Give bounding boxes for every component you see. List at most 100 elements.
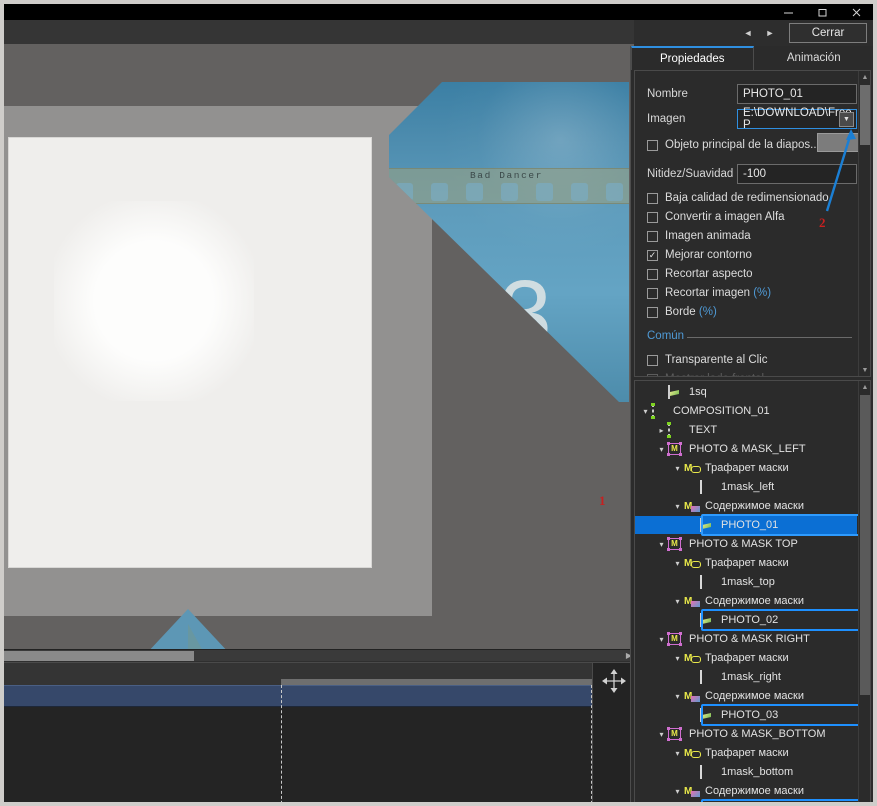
tree-node[interactable]: PHOTO_03 bbox=[635, 706, 857, 724]
photo-number-label: 03 bbox=[448, 261, 552, 367]
tree-node[interactable]: ▸ TEXT bbox=[635, 421, 857, 439]
solid-color-icon bbox=[700, 574, 716, 589]
tree-node[interactable]: 1mask_bottom bbox=[635, 763, 857, 781]
nombre-input[interactable]: PHOTO_01 bbox=[737, 84, 857, 104]
nitidez-input[interactable]: -100 bbox=[737, 164, 857, 184]
color-swatch[interactable] bbox=[817, 133, 864, 152]
checkbox-row-6[interactable]: Borde (%) bbox=[647, 303, 717, 321]
tree-node[interactable]: ▾ M PHOTO & MASK_LEFT bbox=[635, 440, 857, 458]
chevron-down-icon[interactable]: ▾ bbox=[671, 554, 684, 572]
mejorar-contorno-checkbox[interactable]: ✓ bbox=[647, 249, 658, 261]
chevron-down-icon[interactable]: ▾ bbox=[671, 497, 684, 515]
tree-node-label: PHOTO & MASK_LEFT bbox=[689, 442, 806, 455]
tree-node[interactable]: ▾ COMPOSITION_01 bbox=[635, 402, 857, 420]
tree-node[interactable]: ▾ M Трафарет маски bbox=[635, 554, 857, 572]
baja-calidad-label: Baja calidad de redimensionado bbox=[665, 192, 829, 204]
close-button[interactable] bbox=[839, 4, 873, 20]
tree-node[interactable]: ▾ M Трафарет маски bbox=[635, 649, 857, 667]
tree-node[interactable]: ▾ M Содержимое маски bbox=[635, 592, 857, 610]
tree-node-label: Содержимое маски bbox=[705, 784, 804, 797]
tree-node[interactable]: ▾ M PHOTO & MASK_BOTTOM bbox=[635, 725, 857, 743]
checkbox-row-5[interactable]: Recortar imagen (%) bbox=[647, 284, 771, 302]
checkbox-row-3[interactable]: ✓ Mejorar contorno bbox=[647, 246, 752, 264]
tree-node[interactable]: 1mask_left bbox=[635, 478, 857, 496]
chevron-down-icon[interactable]: ▼ bbox=[839, 112, 854, 127]
properties-scroll-thumb[interactable] bbox=[860, 85, 870, 145]
tree-node[interactable]: ▾ M Содержимое маски bbox=[635, 782, 857, 800]
imagen-input[interactable]: E:\DOWNLOAD\Free P ▼ bbox=[737, 107, 857, 131]
minimize-button[interactable] bbox=[771, 4, 805, 20]
chevron-down-icon[interactable]: ▾ bbox=[671, 592, 684, 610]
maximize-button[interactable] bbox=[805, 4, 839, 20]
tree-scroll-up-arrow[interactable]: ▲ bbox=[859, 381, 870, 393]
tree-node-label: 1mask_left bbox=[721, 480, 775, 493]
tree-node[interactable]: ▾ M PHOTO & MASK TOP bbox=[635, 535, 857, 553]
recortar-aspecto-checkbox[interactable] bbox=[647, 268, 658, 280]
next-item-button[interactable]: ► bbox=[759, 23, 781, 43]
recortar-imagen-checkbox[interactable] bbox=[647, 287, 658, 299]
mostrar-lado-frontal-row[interactable]: ✓ Mostrar lado frontal bbox=[647, 370, 764, 376]
tree-node[interactable]: ▾ M PHOTO & MASK RIGHT bbox=[635, 630, 857, 648]
objeto-principal-row[interactable]: Objeto principal de la diapos... bbox=[647, 136, 820, 154]
close-dialog-button[interactable]: Cerrar bbox=[789, 23, 867, 43]
photo-icon bbox=[700, 707, 716, 722]
content-icon: M bbox=[684, 500, 693, 512]
convertir-alfa-checkbox[interactable] bbox=[647, 211, 658, 223]
timeline-selected-track[interactable] bbox=[4, 685, 592, 707]
transparente-clic-label: Transparente al Clic bbox=[665, 354, 768, 366]
imagen-animada-checkbox[interactable] bbox=[647, 230, 658, 242]
transparente-clic-checkbox[interactable] bbox=[647, 354, 658, 366]
baja-calidad-checkbox[interactable] bbox=[647, 192, 658, 204]
properties-scrollbar[interactable]: ▲ ▼ bbox=[858, 71, 870, 376]
move-tool-icon[interactable] bbox=[600, 667, 628, 695]
mask-group-icon: M bbox=[667, 441, 684, 456]
tree-node[interactable]: 1mask_right bbox=[635, 668, 857, 686]
solid-color-icon bbox=[700, 479, 716, 494]
tree-node-label: Трафарет маски bbox=[705, 746, 789, 759]
tree-node[interactable]: 1sq bbox=[635, 383, 857, 401]
timeline-ruler[interactable] bbox=[4, 663, 592, 685]
twist-spacer bbox=[687, 763, 700, 781]
tree-scrollbar[interactable]: ▲ ▼ bbox=[858, 381, 870, 802]
borde-checkbox[interactable] bbox=[647, 306, 658, 318]
tree-node[interactable]: 1mask_top bbox=[635, 573, 857, 591]
mask-group-icon: M bbox=[667, 536, 684, 551]
tab-propiedades[interactable]: Propiedades bbox=[631, 46, 754, 70]
timeline-playhead-start[interactable] bbox=[281, 685, 282, 802]
timeline-tracks-body[interactable] bbox=[4, 707, 592, 802]
previous-item-button[interactable]: ◄ bbox=[737, 23, 759, 43]
tree-node[interactable]: PHOTO_04 bbox=[635, 801, 857, 802]
chevron-down-icon[interactable]: ▾ bbox=[671, 649, 684, 667]
checkbox-row-4[interactable]: Recortar aspecto bbox=[647, 265, 753, 283]
content-icon: M bbox=[684, 595, 693, 607]
canvas-hscroll-thumb[interactable] bbox=[4, 651, 194, 661]
filmstrip-perforations bbox=[389, 183, 629, 201]
mostrar-lado-frontal-checkbox[interactable]: ✓ bbox=[647, 373, 658, 376]
tree-node[interactable]: ▾ M Трафарет маски bbox=[635, 744, 857, 762]
canvas-viewport[interactable]: Bad Dancer 03 bbox=[4, 44, 634, 649]
chevron-down-icon[interactable]: ▾ bbox=[671, 782, 684, 800]
properties-scroll-up-arrow[interactable]: ▲ bbox=[859, 71, 870, 83]
properties-panel: Propiedades Animación Nombre PHOTO_01 Im… bbox=[630, 46, 874, 802]
tab-animacion[interactable]: Animación bbox=[754, 46, 874, 70]
tree-node[interactable]: ▾ M Трафарет маски bbox=[635, 459, 857, 477]
slide-white-area bbox=[9, 138, 371, 567]
properties-scroll-down-arrow[interactable]: ▼ bbox=[859, 364, 870, 376]
masked-photo-triangle-shade bbox=[188, 624, 213, 649]
checkbox-row-0[interactable]: Baja calidad de redimensionado bbox=[647, 189, 829, 207]
timeline-side-panel bbox=[592, 663, 634, 802]
canvas-horizontal-scrollbar[interactable]: ▶ bbox=[4, 649, 634, 661]
tree-node[interactable]: ▾ M Содержимое маски bbox=[635, 497, 857, 515]
tree-node[interactable]: PHOTO_02 bbox=[635, 611, 857, 629]
tree-node[interactable]: PHOTO_01 bbox=[635, 516, 857, 534]
objeto-principal-label: Objeto principal de la diapos... bbox=[665, 139, 820, 151]
objeto-principal-checkbox[interactable] bbox=[647, 139, 658, 151]
checkbox-row-2[interactable]: Imagen animada bbox=[647, 227, 751, 245]
chevron-down-icon[interactable]: ▾ bbox=[671, 459, 684, 477]
tree-node[interactable]: ▾ M Содержимое маски bbox=[635, 687, 857, 705]
chevron-down-icon[interactable]: ▾ bbox=[671, 744, 684, 762]
transparente-clic-row[interactable]: Transparente al Clic bbox=[647, 351, 767, 369]
tree-scroll-thumb[interactable] bbox=[860, 395, 870, 695]
chevron-down-icon[interactable]: ▾ bbox=[671, 687, 684, 705]
checkbox-row-1[interactable]: Convertir a imagen Alfa bbox=[647, 208, 785, 226]
